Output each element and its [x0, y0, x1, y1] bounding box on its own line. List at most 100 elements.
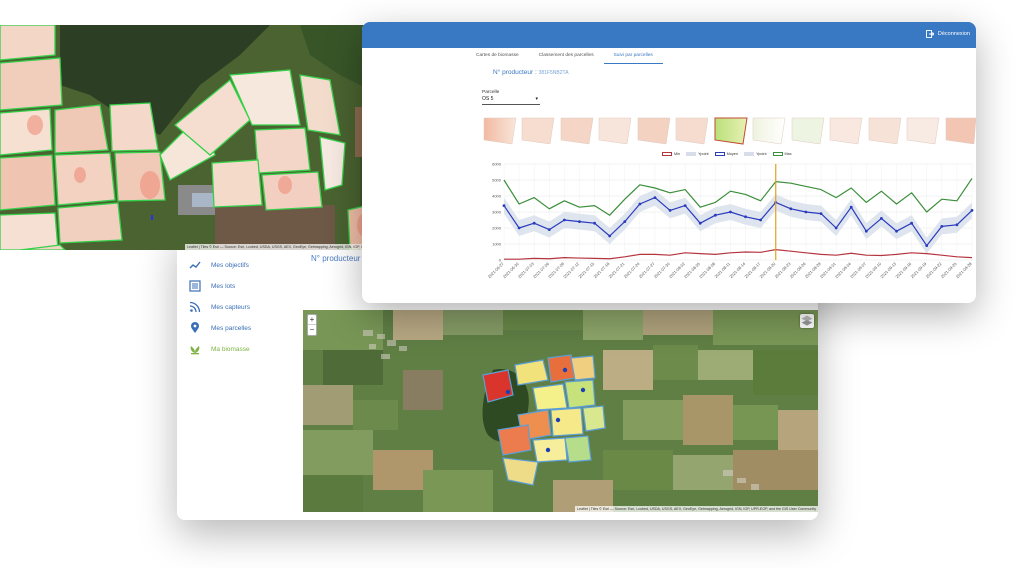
moyen-point — [713, 213, 717, 217]
sidebar-item-label: Mes capteurs — [211, 303, 251, 311]
parcel-monitoring-window: Déconnexion Cartes de biomasse Classemen… — [362, 22, 976, 303]
moyen-point — [562, 218, 566, 222]
moyen-point — [517, 226, 521, 230]
chart-legend-item[interactable]: Max — [772, 152, 792, 156]
chart-legend: Min Ypoint Moyen Ypoint Max — [662, 152, 792, 156]
tab-bar: Cartes de biomasse Classement des parcel… — [466, 50, 663, 64]
parcel-thumbnail — [598, 117, 632, 145]
chart-legend-swatch — [772, 152, 783, 156]
moyen-point — [532, 221, 536, 225]
zoom-in-button[interactable]: + — [308, 315, 316, 325]
chart-legend-item[interactable]: Min — [662, 152, 680, 156]
x-tick-label: 2021-09-28 — [955, 261, 974, 280]
moyen-point — [608, 234, 612, 238]
moyen-point — [849, 205, 853, 209]
y-tick-label: 5000 — [492, 177, 502, 182]
chart-legend-swatch — [744, 152, 755, 156]
chevron-down-icon: ▾ — [535, 96, 538, 102]
tab-suivi-parcelles[interactable]: Suivi par parcelles — [603, 50, 663, 64]
sidebar-item-label: Ma biomasse — [211, 345, 250, 353]
moyen-point — [895, 229, 898, 233]
sidebar: Mes objectifs Mes lots Mes capteurs Mes … — [177, 230, 305, 520]
layers-button[interactable] — [800, 314, 814, 328]
tab-cartes-biomasse[interactable]: Cartes de biomasse — [466, 50, 529, 64]
parcel-select[interactable]: OS 5 ▾ — [482, 96, 540, 105]
moyen-point — [744, 215, 747, 219]
y-tick-label: 3000 — [492, 209, 502, 214]
map-attribution: Leaflet | Tiles © Esri — Source: Esri, i… — [575, 506, 818, 512]
trending-up-icon — [189, 261, 201, 269]
parcel-thumbnail — [906, 117, 940, 145]
moyen-point — [547, 228, 551, 231]
moyen-point — [593, 221, 596, 225]
chart-legend-swatch — [662, 152, 672, 156]
logout-label: Déconnexion — [937, 31, 970, 37]
moyen-point — [970, 209, 974, 212]
moyen-point — [668, 209, 672, 212]
sidebar-item-label: Mes parcelles — [211, 324, 252, 332]
chart-legend-swatch — [714, 152, 725, 156]
producer-heading: N° producteur : 381F5NB2TA — [493, 69, 569, 76]
sidebar-item-capteurs[interactable]: Mes capteurs — [189, 300, 250, 314]
chart-legend-item[interactable]: Ypoint — [686, 152, 709, 156]
parcel-thumbnail — [791, 117, 825, 145]
biomass-line-chart: 01000200030004000500060002021-06-272021-… — [487, 161, 974, 280]
moyen-point — [804, 210, 808, 214]
chart-legend-item[interactable]: Ypoint — [744, 152, 767, 156]
parcel-thumbnails[interactable] — [482, 116, 976, 146]
chart-legend-label: Ypoint — [756, 152, 767, 156]
y-tick-label: 4000 — [492, 193, 502, 198]
parcel-thumbnail — [752, 117, 786, 145]
y-tick-label: 2000 — [492, 225, 502, 230]
layers-icon — [801, 315, 813, 326]
parcel-thumbnail — [868, 117, 902, 145]
chart-legend-label: Ypoint — [698, 152, 709, 156]
sidebar-item-parcelles[interactable]: Mes parcelles — [189, 321, 251, 335]
parcel-thumbnail — [560, 117, 594, 145]
y-tick-label: 6000 — [492, 161, 502, 166]
moyen-point — [623, 220, 627, 223]
parcel-thumbnail — [483, 117, 517, 145]
moyen-point — [578, 220, 581, 223]
parcel-field-label: Parcelle — [482, 90, 500, 95]
moyen-point — [864, 229, 868, 233]
moyen-point — [502, 204, 506, 207]
series-line-min — [504, 249, 973, 260]
chart-legend-item[interactable]: Moyen — [714, 152, 738, 156]
list-icon — [189, 280, 201, 292]
moyen-point — [698, 221, 702, 225]
moyen-point — [925, 244, 929, 247]
moyen-point — [880, 217, 883, 220]
parcel-thumbnail — [675, 117, 709, 145]
producer-number: 381F5NB2TA — [538, 70, 569, 76]
sidebar-item-objectifs[interactable]: Mes objectifs — [189, 258, 249, 272]
farm-map[interactable]: Leaflet | Tiles © Esri — Source: Esri, i… — [303, 310, 818, 512]
sidebar-item-lots[interactable]: Mes lots — [189, 279, 235, 293]
rss-icon — [189, 301, 201, 313]
parcel-thumbnail — [521, 117, 555, 145]
moyen-point — [653, 196, 657, 199]
moyen-point — [910, 221, 914, 225]
moyen-point — [955, 223, 959, 227]
moyen-point — [759, 218, 763, 222]
moyen-point — [683, 204, 687, 207]
parcel-thumbnail — [637, 117, 671, 145]
moyen-point — [940, 225, 944, 228]
zoom-out-button[interactable]: − — [308, 325, 316, 335]
sidebar-item-biomasse[interactable]: Ma biomasse — [189, 342, 250, 356]
moyen-point — [789, 207, 793, 211]
sidebar-item-label: Mes objectifs — [211, 261, 249, 269]
moyen-point — [729, 210, 732, 214]
leaf-icon — [190, 346, 200, 355]
location-pin-icon — [191, 322, 199, 333]
chart-legend-label: Max — [784, 152, 792, 156]
zoom-control: + − — [307, 314, 317, 336]
producer-label: N° producteur : — [493, 69, 537, 76]
sidebar-item-label: Mes lots — [211, 282, 236, 290]
producer-heading: N° producteur — [311, 254, 361, 263]
tab-classement-parcelles[interactable]: Classement des parcelles — [529, 50, 604, 64]
parcel-select-value: OS 5 — [482, 96, 494, 102]
moyen-point — [819, 212, 823, 215]
satellite-imagery — [303, 310, 818, 512]
logout-button[interactable]: Déconnexion — [925, 30, 970, 38]
